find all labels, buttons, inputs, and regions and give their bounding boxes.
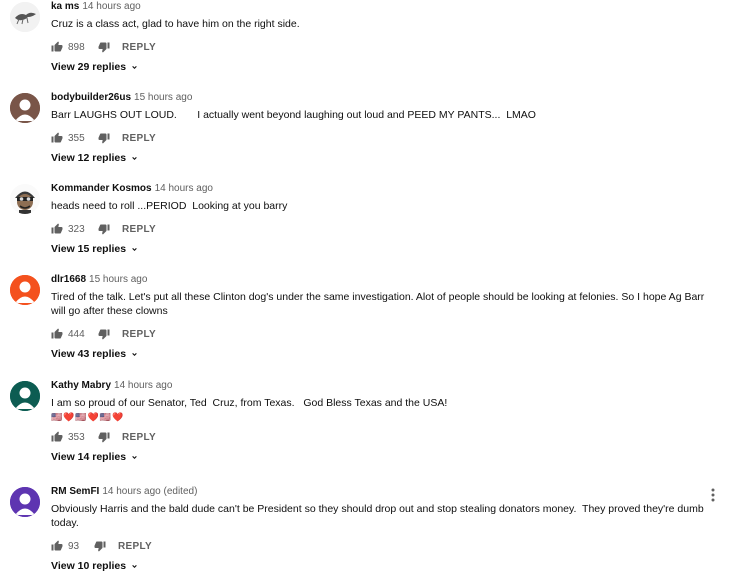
like-count: 898	[68, 41, 85, 53]
reply-button[interactable]: REPLY	[122, 224, 156, 235]
comment-timestamp[interactable]: 15 hours ago	[89, 274, 147, 285]
comment-text: I am so proud of our Senator, Ted Cruz, …	[51, 397, 448, 409]
comment-text: Cruz is a class act, glad to have him on…	[51, 18, 300, 30]
view-replies-button[interactable]: View 12 replies	[51, 151, 706, 165]
view-replies-label: View 12 replies	[51, 152, 127, 164]
chevron-down-icon	[132, 564, 137, 568]
default-person-icon	[10, 275, 40, 305]
chevron-down-icon	[132, 455, 137, 459]
comment-text: Barr LAUGHS OUT LOUD. I actually went be…	[51, 109, 536, 121]
comment-text: Tired of the talk. Let's put all these C…	[51, 291, 708, 317]
avatar[interactable]	[10, 184, 40, 214]
thumbs-down-icon[interactable]	[98, 41, 110, 53]
default-person-icon	[10, 487, 40, 517]
comment-author[interactable]: RM SemFI	[51, 486, 99, 497]
view-replies-label: View 29 replies	[51, 61, 127, 73]
chevron-down-icon	[132, 65, 137, 69]
helmet-soldier-icon	[10, 184, 40, 214]
comment-timestamp[interactable]: 14 hours ago (edited)	[102, 486, 197, 497]
thumbs-down-icon[interactable]	[98, 431, 110, 443]
emoji-row: 🇺🇸❤️🇺🇸❤️🇺🇸❤️	[51, 412, 125, 422]
thumbs-up-icon[interactable]	[51, 431, 63, 443]
view-replies-button[interactable]: View 43 replies	[51, 347, 706, 361]
reply-button[interactable]: REPLY	[118, 541, 152, 552]
avatar[interactable]	[10, 381, 40, 411]
reply-button[interactable]: REPLY	[122, 432, 156, 443]
reply-button[interactable]: REPLY	[122, 42, 156, 53]
avatar[interactable]	[10, 487, 40, 517]
default-person-icon	[10, 93, 40, 123]
avatar[interactable]	[10, 2, 40, 32]
thumbs-down-icon[interactable]	[98, 132, 110, 144]
view-replies-label: View 10 replies	[51, 560, 127, 572]
avatar[interactable]	[10, 275, 40, 305]
thumbs-up-icon[interactable]	[51, 328, 63, 340]
thumbs-up-icon[interactable]	[51, 223, 63, 235]
comment-timestamp[interactable]: 14 hours ago	[114, 380, 172, 391]
thumbs-down-icon[interactable]	[94, 540, 106, 552]
chevron-down-icon	[132, 352, 137, 356]
comment-author[interactable]: bodybuilder26us	[51, 92, 131, 103]
bird-sketch-icon	[10, 2, 40, 32]
view-replies-button[interactable]: View 14 replies	[51, 450, 706, 464]
view-replies-label: View 15 replies	[51, 243, 127, 255]
view-replies-label: View 14 replies	[51, 451, 127, 463]
chevron-down-icon	[132, 156, 137, 160]
comment-text: Obviously Harris and the bald dude can't…	[51, 503, 707, 529]
like-count: 323	[68, 223, 85, 235]
like-count: 93	[68, 540, 80, 552]
thumbs-up-icon[interactable]	[51, 540, 63, 552]
comment-timestamp[interactable]: 14 hours ago	[155, 183, 213, 194]
like-count: 355	[68, 132, 85, 144]
reply-button[interactable]: REPLY	[122, 329, 156, 340]
comment-author[interactable]: ka ms	[51, 1, 79, 12]
thumbs-down-icon[interactable]	[98, 223, 110, 235]
avatar[interactable]	[10, 93, 40, 123]
comment-timestamp[interactable]: 14 hours ago	[82, 1, 140, 12]
comment-author[interactable]: dlr1668	[51, 274, 86, 285]
view-replies-label: View 43 replies	[51, 348, 127, 360]
view-replies-button[interactable]: View 10 replies	[51, 559, 706, 573]
more-vert-icon[interactable]	[708, 487, 718, 503]
view-replies-button[interactable]: View 29 replies	[51, 60, 706, 74]
comment-timestamp[interactable]: 15 hours ago	[134, 92, 192, 103]
comment-text: heads need to roll ...PERIOD Looking at …	[51, 200, 288, 212]
like-count: 444	[68, 328, 85, 340]
thumbs-down-icon[interactable]	[98, 328, 110, 340]
reply-button[interactable]: REPLY	[122, 133, 156, 144]
default-person-icon	[10, 381, 40, 411]
view-replies-button[interactable]: View 15 replies	[51, 242, 706, 256]
comment-author[interactable]: Kommander Kosmos	[51, 183, 152, 194]
comment-author[interactable]: Kathy Mabry	[51, 380, 111, 391]
thumbs-up-icon[interactable]	[51, 132, 63, 144]
chevron-down-icon	[132, 247, 137, 251]
thumbs-up-icon[interactable]	[51, 41, 63, 53]
like-count: 353	[68, 431, 85, 443]
